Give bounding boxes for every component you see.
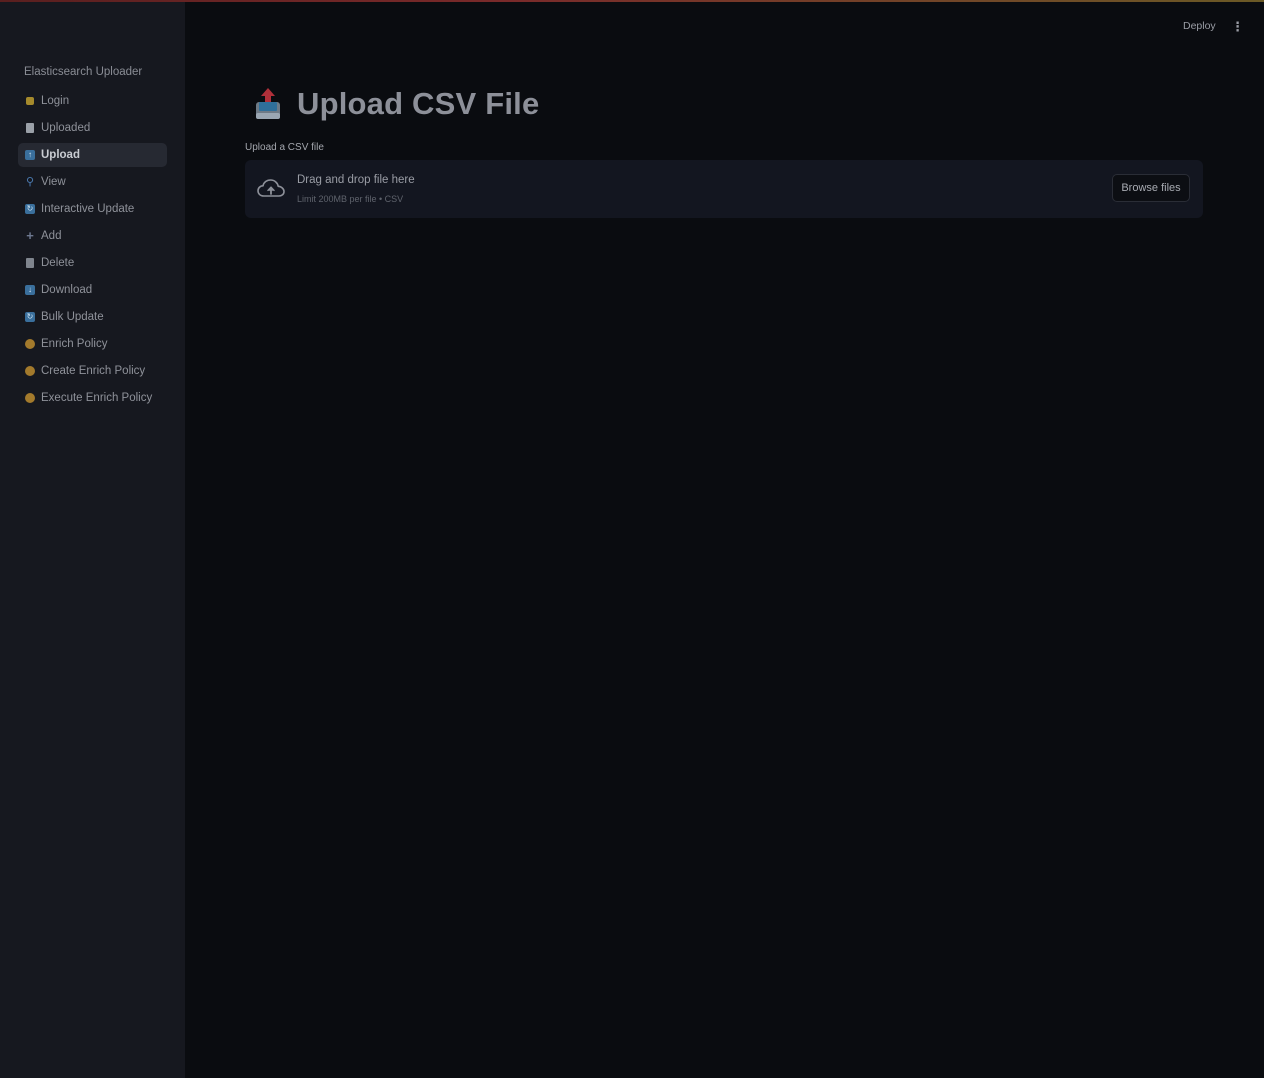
sidebar-item-label: Enrich Policy bbox=[41, 338, 108, 350]
sidebar-item-label: Upload bbox=[41, 149, 80, 161]
sidebar-item-label: Login bbox=[41, 95, 70, 107]
lock-icon bbox=[26, 97, 34, 105]
sidebar-item-uploaded[interactable]: Uploaded bbox=[18, 116, 167, 140]
refresh-box-icon: ↻ bbox=[25, 312, 35, 322]
sidebar-title: Elasticsearch Uploader bbox=[24, 66, 143, 78]
vertical-dots-icon[interactable]: ⋮ bbox=[1231, 20, 1244, 34]
deploy-button[interactable]: Deploy bbox=[1183, 20, 1216, 32]
sidebar-nav: Login Uploaded ↑ Upload ⚲ View ↻ Interac… bbox=[18, 89, 167, 413]
plus-icon: + bbox=[26, 228, 34, 243]
sidebar-item-view[interactable]: ⚲ View bbox=[18, 170, 167, 194]
refresh-box-icon: ↻ bbox=[25, 204, 35, 214]
page-header: Upload CSV File bbox=[253, 86, 539, 122]
sidebar-item-label: Create Enrich Policy bbox=[41, 365, 146, 377]
orange-circle-icon bbox=[25, 366, 35, 376]
top-decoration-bar bbox=[0, 0, 1264, 2]
sidebar-item-bulk-update[interactable]: ↻ Bulk Update bbox=[18, 305, 167, 329]
dropzone-instructions: Drag and drop file here bbox=[297, 174, 415, 186]
sidebar-item-label: Bulk Update bbox=[41, 311, 104, 323]
orange-circle-icon bbox=[25, 393, 35, 403]
page-title: Upload CSV File bbox=[297, 86, 540, 121]
file-uploader-label: Upload a CSV file bbox=[245, 142, 324, 153]
sidebar-item-label: Interactive Update bbox=[41, 203, 135, 215]
sidebar-item-login[interactable]: Login bbox=[18, 89, 167, 113]
sidebar-item-execute-enrich-policy[interactable]: Execute Enrich Policy bbox=[18, 386, 167, 410]
download-box-icon: ↓ bbox=[25, 285, 35, 295]
sidebar-item-label: Add bbox=[41, 230, 62, 242]
orange-circle-icon bbox=[25, 339, 35, 349]
sidebar-item-interactive-update[interactable]: ↻ Interactive Update bbox=[18, 197, 167, 221]
sidebar-item-download[interactable]: ↓ Download bbox=[18, 278, 167, 302]
sidebar-item-create-enrich-policy[interactable]: Create Enrich Policy bbox=[18, 359, 167, 383]
sidebar-item-label: View bbox=[41, 176, 66, 188]
cloud-upload-icon bbox=[257, 178, 285, 200]
sidebar-item-label: Delete bbox=[41, 257, 75, 269]
dropzone-limit-text: Limit 200MB per file • CSV bbox=[297, 194, 404, 204]
sidebar-item-label: Download bbox=[41, 284, 93, 296]
trash-icon bbox=[26, 258, 34, 268]
upload-box-icon: ↑ bbox=[25, 150, 35, 160]
sidebar-item-upload[interactable]: ↑ Upload bbox=[18, 143, 167, 167]
sidebar-item-enrich-policy[interactable]: Enrich Policy bbox=[18, 332, 167, 356]
main-content: Deploy ⋮ Upload CSV File Upload a CSV fi… bbox=[185, 0, 1264, 1078]
sidebar-item-delete[interactable]: Delete bbox=[18, 251, 167, 275]
sidebar-item-label: Uploaded bbox=[41, 122, 91, 134]
sidebar-item-label: Execute Enrich Policy bbox=[41, 392, 153, 404]
magnifier-icon: ⚲ bbox=[25, 176, 35, 188]
sidebar-item-add[interactable]: + Add bbox=[18, 224, 167, 248]
file-dropzone[interactable]: Drag and drop file here Limit 200MB per … bbox=[245, 160, 1203, 218]
browse-files-button[interactable]: Browse files bbox=[1112, 174, 1190, 202]
sidebar: Elasticsearch Uploader Login Uploaded ↑ … bbox=[0, 0, 185, 1078]
document-icon bbox=[26, 123, 34, 133]
outbox-tray-icon bbox=[253, 86, 283, 122]
